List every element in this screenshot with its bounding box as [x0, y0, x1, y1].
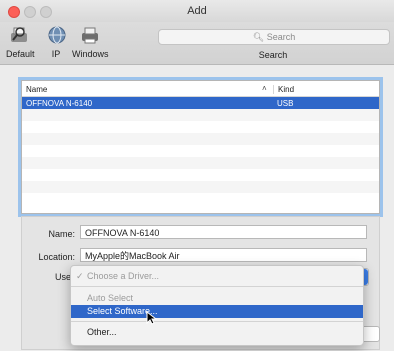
globe-icon — [48, 26, 66, 44]
empty-row — [22, 193, 379, 205]
printer-icon — [82, 27, 98, 44]
location-field[interactable]: MyApple的MacBook Air — [80, 248, 367, 262]
windows-printer-button[interactable]: Windows — [72, 24, 109, 59]
default-printers-button[interactable]: Default — [6, 24, 35, 59]
search-input[interactable]: 🔍︎ Search — [158, 29, 390, 45]
location-label: Location: — [38, 252, 75, 262]
menu-item-auto-select: Auto Select — [71, 292, 363, 305]
menu-item-choose-driver: ✓ Choose a Driver... — [71, 270, 363, 283]
default-printer-icon — [11, 27, 27, 42]
menu-separator — [71, 286, 363, 287]
list-header: Name ˄ Kind — [22, 81, 379, 97]
search-placeholder: Search — [266, 32, 296, 42]
column-header-kind[interactable]: Kind — [273, 85, 294, 94]
empty-row — [22, 145, 379, 157]
menu-separator — [71, 321, 363, 322]
column-header-name[interactable]: Name — [26, 85, 47, 94]
empty-row — [22, 109, 379, 121]
printer-name-cell: OFFNOVA N-6140 — [26, 99, 93, 108]
name-label: Name: — [48, 229, 75, 239]
menu-item-label: Auto Select — [87, 293, 134, 303]
printer-row[interactable]: OFFNOVA N-6140 USB — [22, 97, 379, 109]
menu-item-select-software[interactable]: Select Software... — [71, 305, 363, 318]
empty-row — [22, 181, 379, 193]
checkmark-icon: ✓ — [76, 271, 84, 281]
use-label: Use — [54, 272, 71, 282]
menu-item-other[interactable]: Other... — [71, 326, 363, 339]
title-bar: Add — [0, 0, 394, 23]
search-icon: 🔍︎ — [252, 32, 265, 42]
empty-row — [22, 157, 379, 169]
empty-row — [22, 133, 379, 145]
list-body: OFFNOVA N-6140 USB — [22, 97, 379, 205]
ip-label: IP — [51, 49, 61, 59]
toolbar: Default IP Windows 🔍︎ Search Search — [0, 22, 394, 65]
ip-printer-button[interactable]: IP — [46, 24, 66, 59]
driver-menu: ✓ Choose a Driver... Auto Select Select … — [70, 265, 364, 346]
sort-ascending-icon: ˄ — [262, 84, 267, 93]
windows-label: Windows — [72, 49, 109, 59]
default-label: Default — [6, 49, 35, 59]
empty-row — [22, 121, 379, 133]
empty-row — [22, 169, 379, 181]
mouse-cursor-icon — [146, 311, 158, 325]
printer-list[interactable]: Name ˄ Kind OFFNOVA N-6140 USB — [21, 80, 380, 214]
menu-item-label: Other... — [87, 327, 117, 337]
printer-kind-cell: USB — [277, 99, 294, 108]
window-title: Add — [187, 5, 207, 17]
menu-item-label: Choose a Driver... — [87, 271, 160, 281]
name-field[interactable]: OFFNOVA N-6140 — [80, 225, 367, 239]
search-label: Search — [258, 50, 288, 60]
